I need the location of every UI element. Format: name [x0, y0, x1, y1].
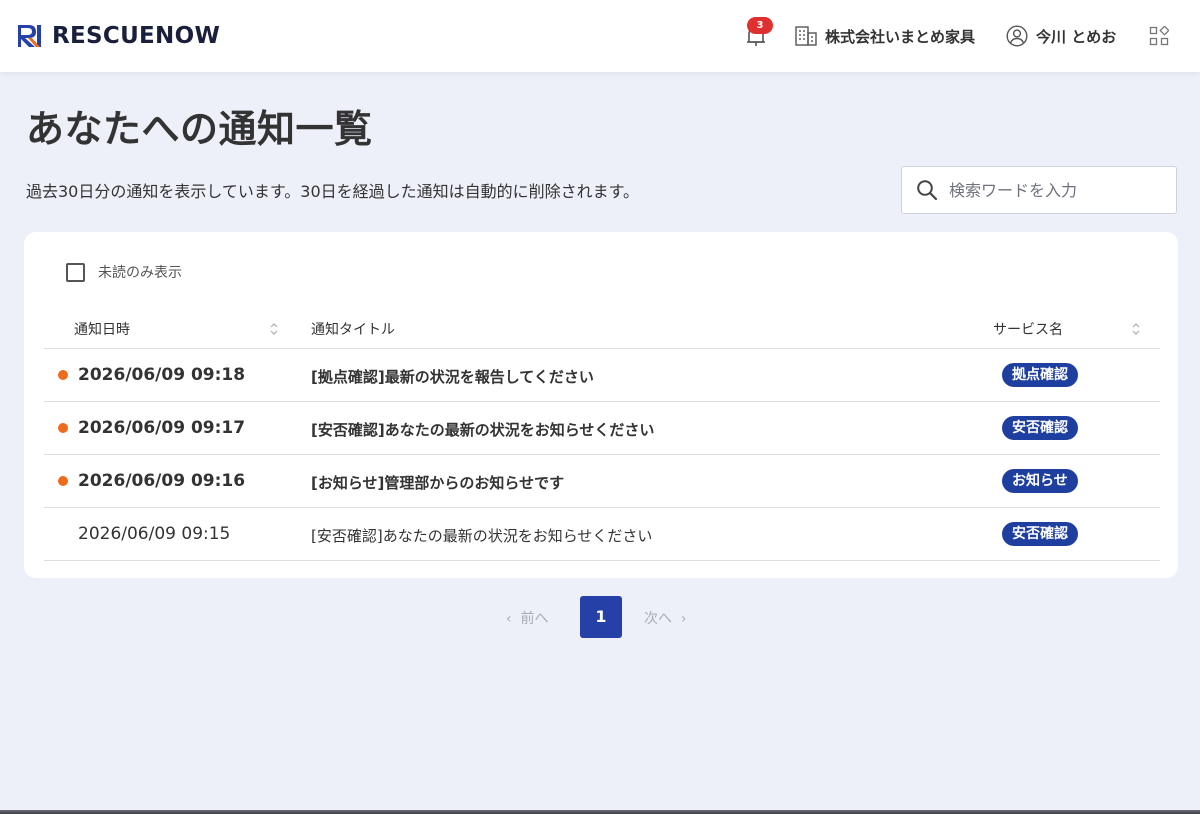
table-row[interactable]: 2026/06/09 09:18 [拠点確認]最新の状況を報告してください 拠点… [44, 349, 1160, 402]
notification-title[interactable]: [お知らせ]管理部からのお知らせです [311, 472, 564, 493]
next-page-button[interactable]: 次へ › [644, 608, 687, 628]
company-name: 株式会社いまとめ家具 [825, 27, 976, 46]
notification-list-card: 未読のみ表示 通知日時 通知タイトル サービス名 2026/06/09 09:1… [24, 232, 1178, 578]
notification-datetime: 2026/06/09 09:18 [78, 365, 246, 385]
search-icon [917, 180, 938, 201]
page-title: あなたへの通知一覧 [26, 107, 373, 151]
notification-datetime: 2026/06/09 09:15 [78, 524, 231, 544]
user-circle-icon [1006, 25, 1028, 47]
page-number-current[interactable]: 1 [580, 596, 622, 638]
search-input[interactable] [949, 180, 1169, 200]
window-bottom-edge [0, 810, 1200, 814]
notification-count-badge[interactable]: 3 [747, 17, 773, 34]
unread-indicator [58, 423, 68, 433]
chevron-right-icon: › [672, 611, 687, 627]
apps-grid-icon[interactable] [1149, 26, 1169, 46]
notification-title[interactable]: [拠点確認]最新の状況を報告してください [311, 366, 594, 387]
pagination: ‹ 前へ 1 次へ › [0, 596, 1200, 638]
notification-datetime: 2026/06/09 09:16 [78, 471, 246, 491]
notification-datetime: 2026/06/09 09:17 [78, 418, 246, 438]
logo[interactable]: RESCUENOW [16, 22, 220, 50]
prev-page-button[interactable]: ‹ 前へ [506, 608, 549, 628]
page-description: 過去30日分の通知を表示しています。30日を経過した通知は自動的に削除されます。 [26, 182, 640, 201]
column-header-title: 通知タイトル [311, 322, 395, 338]
chevron-left-icon: ‹ [506, 611, 521, 627]
prev-page-label: 前へ [520, 611, 549, 627]
notification-title[interactable]: [安否確認]あなたの最新の状況をお知らせください [311, 525, 652, 546]
service-badge: 拠点確認 [1002, 363, 1078, 387]
sort-icon[interactable] [269, 321, 279, 337]
company-selector[interactable]: 株式会社いまとめ家具 [795, 24, 975, 48]
unread-indicator [58, 476, 68, 486]
unread-only-label: 未読のみ表示 [98, 265, 182, 281]
app-header: RESCUENOW 3 株式会社いまとめ家具 今川 とめお [0, 0, 1200, 72]
service-badge: 安否確認 [1002, 416, 1078, 440]
logo-text: RESCUENOW [52, 23, 221, 49]
table-row[interactable]: 2026/06/09 09:16 [お知らせ]管理部からのお知らせです お知らせ [44, 455, 1160, 508]
table-header: 通知日時 通知タイトル サービス名 [44, 312, 1160, 349]
rescuenow-logo-icon [18, 25, 41, 47]
unread-only-checkbox[interactable] [66, 262, 85, 282]
user-menu[interactable]: 今川 とめお [1006, 24, 1116, 48]
column-header-service[interactable]: サービス名 [993, 319, 1063, 339]
unread-indicator [58, 370, 68, 380]
table-row[interactable]: 2026/06/09 09:15 [安否確認]あなたの最新の状況をお知らせくださ… [44, 508, 1160, 561]
notification-title[interactable]: [安否確認]あなたの最新の状況をお知らせください [311, 419, 654, 440]
table-row[interactable]: 2026/06/09 09:17 [安否確認]あなたの最新の状況をお知らせくださ… [44, 402, 1160, 455]
sort-icon[interactable] [1131, 321, 1141, 337]
user-name: 今川 とめお [1036, 27, 1117, 46]
search-box[interactable] [901, 166, 1177, 214]
next-page-label: 次へ [644, 611, 672, 627]
unread-only-filter[interactable]: 未読のみ表示 [53, 262, 182, 282]
column-header-datetime[interactable]: 通知日時 [74, 319, 130, 339]
building-icon [795, 26, 817, 46]
service-badge: お知らせ [1002, 469, 1078, 493]
service-badge: 安否確認 [1002, 522, 1078, 546]
